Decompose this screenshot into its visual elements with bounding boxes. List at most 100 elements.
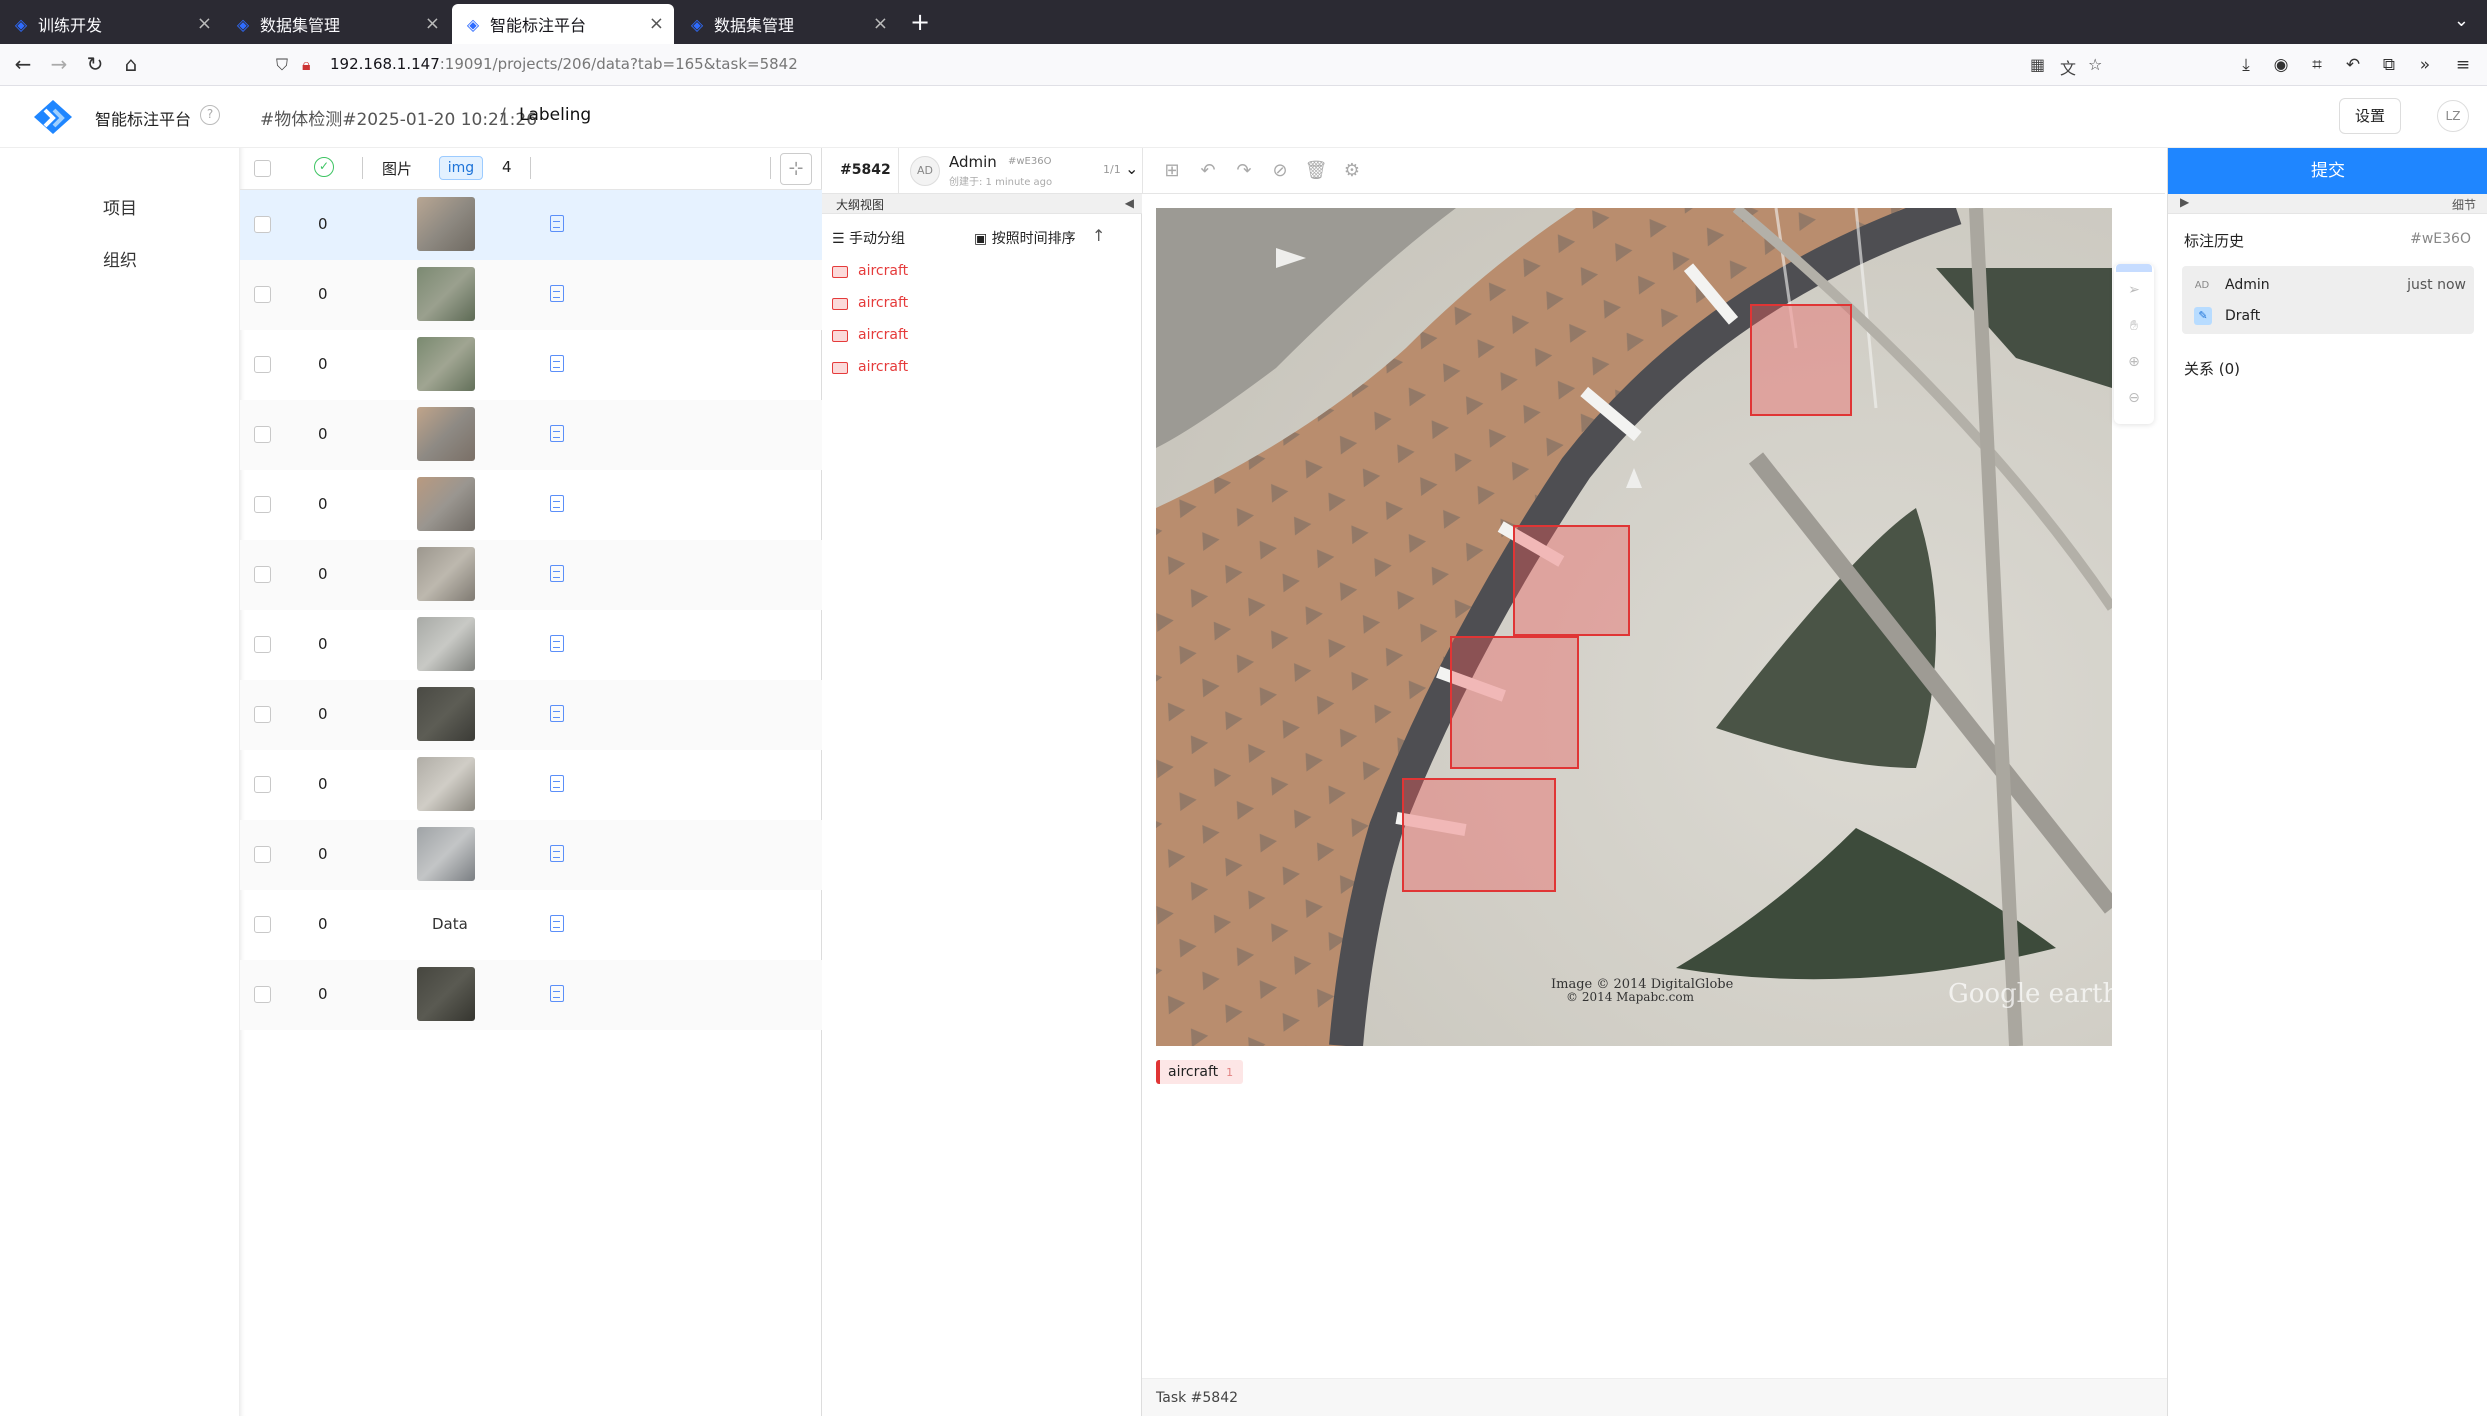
thumbnail-image[interactable] [417, 407, 475, 461]
table-row[interactable]: 0 Data [240, 890, 822, 960]
row-checkbox[interactable] [254, 356, 271, 373]
file-icon[interactable] [550, 495, 564, 512]
avatar[interactable]: LZ [2437, 100, 2469, 132]
settings-button[interactable]: 设置 [2339, 98, 2401, 134]
thumbnail-image[interactable] [417, 827, 475, 881]
select-all-checkbox[interactable] [254, 160, 271, 177]
table-row[interactable]: 0 [240, 680, 822, 750]
row-checkbox[interactable] [254, 846, 271, 863]
aerial-image[interactable]: Image © 2014 DigitalGlobe © 2014 Mapabc.… [1156, 208, 2112, 1046]
row-checkbox[interactable] [254, 286, 271, 303]
close-icon[interactable]: × [873, 13, 888, 34]
file-icon[interactable] [550, 635, 564, 652]
close-icon[interactable]: × [425, 13, 440, 34]
close-icon[interactable]: × [197, 13, 212, 34]
row-checkbox[interactable] [254, 426, 271, 443]
bounding-box[interactable] [1402, 778, 1556, 892]
forward-button[interactable]: → [46, 52, 72, 78]
row-checkbox[interactable] [254, 986, 271, 1003]
history-entry[interactable]: AD Admin just now ✎ Draft [2182, 266, 2474, 334]
gear-icon[interactable]: ⚙ [1340, 159, 1364, 183]
thumbnail-image[interactable] [417, 547, 475, 601]
chevron-down-icon[interactable]: ⌄ [1125, 159, 1138, 178]
table-row[interactable]: 0 [240, 330, 822, 400]
file-icon[interactable] [550, 705, 564, 722]
thumbnail-image[interactable] [417, 757, 475, 811]
logo-icon[interactable] [32, 98, 74, 136]
table-row[interactable]: 0 [240, 470, 822, 540]
view-all-icon[interactable]: ⊞ [1160, 159, 1184, 183]
zoom-in-icon[interactable]: ⊕ [2124, 352, 2144, 372]
home-button[interactable]: ⌂ [118, 52, 144, 78]
thumbnail-image[interactable] [417, 617, 475, 671]
browser-tab-active[interactable]: ◈ 智能标注平台 × [452, 4, 674, 44]
file-icon[interactable] [550, 985, 564, 1002]
translate-icon[interactable]: 文 [2060, 55, 2076, 79]
shield-icon[interactable]: ⛉ [276, 55, 288, 75]
bounding-box[interactable] [1450, 636, 1579, 769]
pan-hand-icon[interactable]: ✋︎ [2124, 316, 2144, 336]
thumbnail-image[interactable] [417, 267, 475, 321]
sidebar-item-projects[interactable]: 项目 [103, 194, 137, 219]
table-row[interactable]: 0 [240, 540, 822, 610]
row-checkbox[interactable] [254, 216, 271, 233]
browser-tab[interactable]: ◈ 数据集管理 × [676, 4, 898, 44]
redo-icon[interactable]: ↷ [1232, 159, 1256, 183]
bounding-box[interactable] [1513, 525, 1630, 636]
file-icon[interactable] [550, 845, 564, 862]
thumbnail-image[interactable] [417, 687, 475, 741]
table-row[interactable]: 0 [240, 820, 822, 890]
insecure-lock-icon[interactable]: 🔒︎ [302, 55, 311, 75]
table-row[interactable]: 0 [240, 260, 822, 330]
table-row[interactable]: 0 [240, 190, 822, 260]
new-tab-button[interactable]: + [905, 8, 935, 38]
completed-check-icon[interactable]: ✓ [314, 157, 334, 177]
thumbnail-image[interactable] [417, 477, 475, 531]
browser-tab[interactable]: ◈ 训练开发 × [0, 4, 222, 44]
tab-list-chevron-icon[interactable]: ⌄ [2454, 10, 2469, 31]
sidebar-item-organization[interactable]: 组织 [103, 246, 137, 271]
file-icon[interactable] [550, 915, 564, 932]
address-bar[interactable]: ⛉ 🔒︎ 192.168.1.147:19091/projects/206/da… [268, 50, 2113, 80]
file-icon[interactable] [550, 355, 564, 372]
reload-button[interactable]: ↻ [82, 52, 108, 78]
row-checkbox[interactable] [254, 636, 271, 653]
row-checkbox[interactable] [254, 916, 271, 933]
qr-code-icon[interactable]: ▦ [2030, 55, 2045, 74]
help-icon[interactable]: ? [200, 105, 220, 125]
thumbnail-image[interactable] [417, 337, 475, 391]
file-icon[interactable] [550, 775, 564, 792]
table-row[interactable]: 0 [240, 610, 822, 680]
table-row[interactable]: 0 [240, 750, 822, 820]
sort-arrow-up-icon[interactable]: ↑ [1092, 226, 1105, 245]
expand-icon[interactable]: ▶ [2180, 195, 2189, 209]
row-checkbox[interactable] [254, 566, 271, 583]
row-checkbox[interactable] [254, 496, 271, 513]
undo-icon[interactable]: ↶ [1196, 159, 1220, 183]
submit-button[interactable]: 提交 [2168, 148, 2487, 194]
thumbnail-image[interactable] [417, 967, 475, 1021]
undo-icon[interactable]: ↶ [2340, 52, 2366, 78]
file-icon[interactable] [550, 565, 564, 582]
table-row[interactable]: 0 [240, 400, 822, 470]
file-icon[interactable] [550, 215, 564, 232]
add-region-button[interactable]: ⊹ [780, 153, 812, 185]
browser-tab[interactable]: ◈ 数据集管理 × [222, 4, 450, 44]
pointer-icon[interactable]: ➢ [2124, 280, 2144, 300]
extensions-icon[interactable]: ⧉ [2376, 52, 2402, 78]
collapse-left-icon[interactable]: ◀ [1125, 196, 1134, 210]
row-checkbox[interactable] [254, 706, 271, 723]
zoom-out-icon[interactable]: ⊖ [2124, 388, 2144, 408]
menu-icon[interactable]: ≡ [2450, 52, 2476, 78]
sort-by-time-button[interactable]: ▣ 按照时间排序 [974, 228, 1076, 248]
file-icon[interactable] [550, 425, 564, 442]
bounding-box[interactable] [1750, 304, 1852, 416]
overflow-chevron-icon[interactable]: » [2412, 52, 2438, 78]
file-icon[interactable] [550, 285, 564, 302]
img-tag[interactable]: img [439, 156, 483, 180]
table-row[interactable]: 0 [240, 960, 822, 1030]
download-icon[interactable]: ⤓ [2233, 52, 2259, 78]
bookmark-star-icon[interactable]: ☆ [2088, 55, 2102, 74]
back-button[interactable]: ← [10, 52, 36, 78]
tool-palette-handle[interactable] [2116, 264, 2152, 272]
